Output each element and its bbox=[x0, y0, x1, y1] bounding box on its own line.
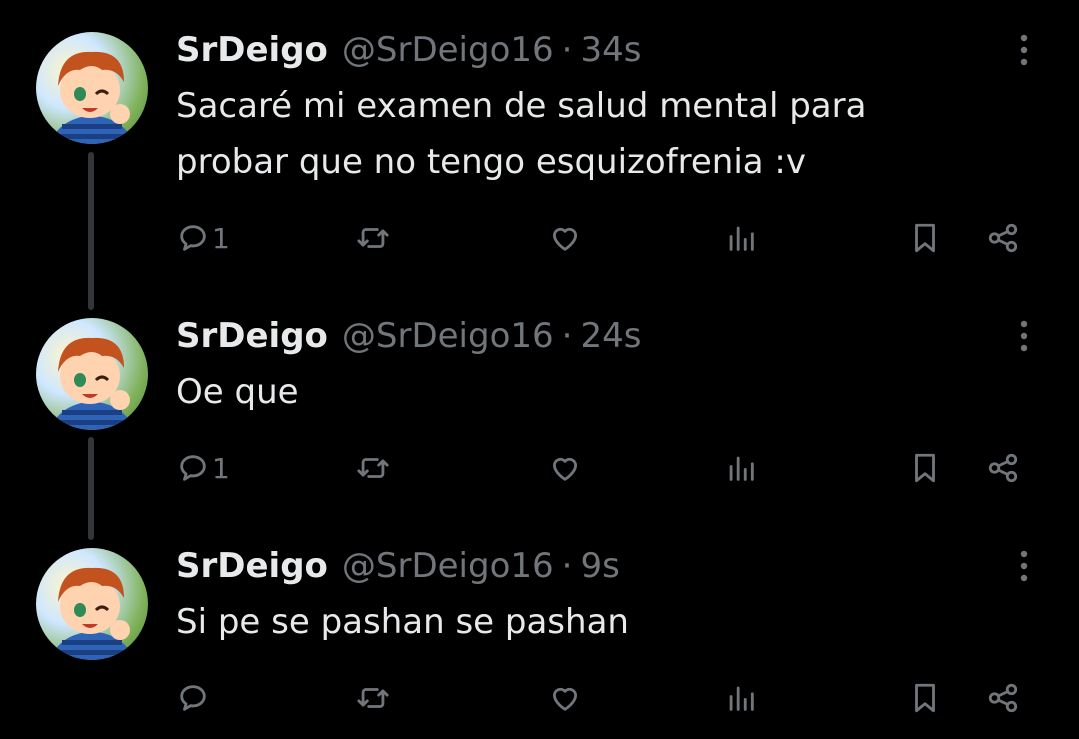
user-handle[interactable]: @SrDeigo16 bbox=[342, 30, 554, 70]
tweet-text-line: Sacaré mi examen de salud mental para bbox=[176, 86, 867, 126]
reply-count: 1 bbox=[212, 451, 230, 485]
tweet[interactable]: SrDeigo @SrDeigo16 · 24s Oe que 1 bbox=[0, 314, 1079, 494]
avatar[interactable] bbox=[36, 548, 148, 660]
tweet-text-line: probar que no tengo esquizofrenia :v bbox=[176, 142, 807, 182]
share-button[interactable] bbox=[986, 676, 1020, 720]
bookmark-button[interactable] bbox=[908, 676, 942, 720]
share-icon bbox=[988, 453, 1018, 483]
avatar-image bbox=[50, 51, 134, 144]
tweet-text: Oe que bbox=[176, 364, 1036, 420]
reply-count: 1 bbox=[212, 221, 230, 255]
timestamp[interactable]: 24s bbox=[580, 316, 641, 356]
avatar-image bbox=[50, 567, 134, 660]
more-icon[interactable] bbox=[1010, 316, 1038, 356]
user-handle[interactable]: @SrDeigo16 bbox=[342, 546, 554, 586]
bookmark-icon bbox=[915, 683, 935, 713]
views-icon bbox=[729, 456, 754, 481]
heart-icon bbox=[552, 687, 578, 711]
bookmark-icon bbox=[915, 223, 935, 253]
tweet-text: Si pe se pashan se pashan bbox=[176, 594, 1036, 650]
display-name[interactable]: SrDeigo bbox=[176, 30, 328, 70]
views-icon bbox=[729, 226, 754, 251]
tweet-text: Sacaré mi examen de salud mental para pr… bbox=[176, 78, 1036, 190]
separator-dot: · bbox=[561, 316, 573, 356]
avatar-image bbox=[50, 337, 134, 430]
reply-button[interactable]: 1 bbox=[176, 216, 230, 260]
reply-icon bbox=[180, 685, 206, 711]
reply-icon bbox=[180, 225, 206, 251]
display-name[interactable]: SrDeigo bbox=[176, 316, 328, 356]
tweet[interactable]: SrDeigo @SrDeigo16 · 9s Si pe se pashan … bbox=[0, 544, 1079, 724]
heart-icon bbox=[552, 457, 578, 481]
user-handle[interactable]: @SrDeigo16 bbox=[342, 316, 554, 356]
more-icon[interactable] bbox=[1010, 546, 1038, 586]
retweet-button[interactable] bbox=[356, 676, 390, 720]
retweet-icon bbox=[357, 458, 389, 478]
like-button[interactable] bbox=[548, 216, 582, 260]
share-icon bbox=[988, 223, 1018, 253]
action-bar: 1 bbox=[176, 446, 1036, 490]
tweet-text-line: Si pe se pashan se pashan bbox=[176, 602, 629, 642]
timestamp[interactable]: 9s bbox=[580, 546, 619, 586]
display-name[interactable]: SrDeigo bbox=[176, 546, 328, 586]
avatar[interactable] bbox=[36, 318, 148, 430]
views-button[interactable] bbox=[724, 446, 758, 490]
retweet-button[interactable] bbox=[356, 216, 390, 260]
separator-dot: · bbox=[561, 30, 573, 70]
bookmark-button[interactable] bbox=[908, 446, 942, 490]
bookmark-button[interactable] bbox=[908, 216, 942, 260]
reply-button[interactable] bbox=[176, 676, 212, 720]
retweet-icon bbox=[357, 688, 389, 708]
reply-icon bbox=[180, 455, 206, 481]
reply-button[interactable]: 1 bbox=[176, 446, 230, 490]
share-button[interactable] bbox=[986, 216, 1020, 260]
more-icon[interactable] bbox=[1010, 30, 1038, 70]
retweet-button[interactable] bbox=[356, 446, 390, 490]
retweet-icon bbox=[357, 228, 389, 248]
like-button[interactable] bbox=[548, 676, 582, 720]
tweet-text-line: Oe que bbox=[176, 372, 299, 412]
avatar[interactable] bbox=[36, 32, 148, 144]
action-bar: 1 bbox=[176, 216, 1036, 260]
separator-dot: · bbox=[561, 546, 573, 586]
views-button[interactable] bbox=[724, 216, 758, 260]
tweet[interactable]: SrDeigo @SrDeigo16 · 34s Sacaré mi exame… bbox=[0, 28, 1079, 268]
share-icon bbox=[988, 683, 1018, 713]
share-button[interactable] bbox=[986, 446, 1020, 490]
action-bar bbox=[176, 676, 1036, 720]
heart-icon bbox=[552, 227, 578, 251]
views-button[interactable] bbox=[724, 676, 758, 720]
views-icon bbox=[729, 686, 754, 711]
timestamp[interactable]: 34s bbox=[580, 30, 641, 70]
bookmark-icon bbox=[915, 453, 935, 483]
like-button[interactable] bbox=[548, 446, 582, 490]
